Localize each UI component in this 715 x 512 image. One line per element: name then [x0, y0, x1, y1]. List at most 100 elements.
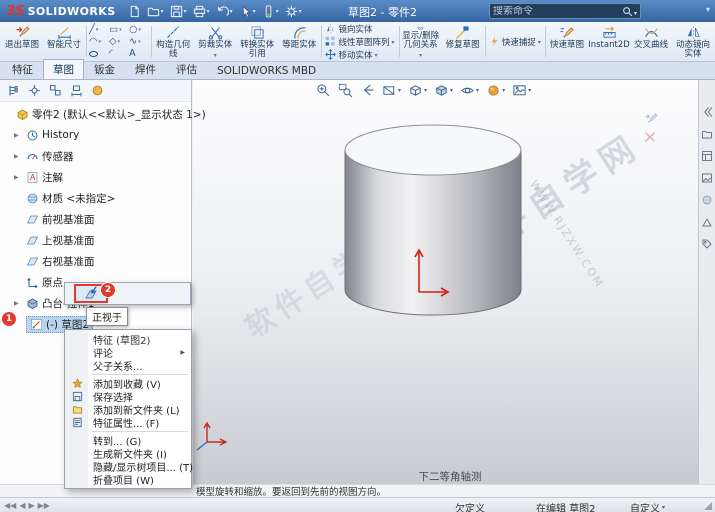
- rapid-sketch-button[interactable]: 快速草图: [546, 23, 588, 60]
- tree-item-annotations[interactable]: ▶ A 注解: [0, 168, 63, 186]
- edit-appearance-button[interactable]: [486, 83, 505, 98]
- quick-snaps-caret-icon[interactable]: [538, 37, 541, 47]
- configuration-manager-tab-icon[interactable]: [49, 84, 62, 97]
- expand-caret-icon[interactable]: ▶: [14, 132, 23, 139]
- normal-to-icon[interactable]: [83, 286, 99, 302]
- cancel-sketch-corner-icon[interactable]: [644, 131, 656, 143]
- design-library-icon[interactable]: [701, 128, 713, 140]
- tree-item-label: 上视基准面: [42, 233, 95, 248]
- zoom-fit-button[interactable]: [316, 83, 331, 98]
- zoom-area-button[interactable]: [338, 83, 353, 98]
- property-manager-tab-icon[interactable]: [28, 84, 41, 97]
- open-document-button[interactable]: [145, 4, 166, 19]
- section-view-button[interactable]: [382, 83, 401, 98]
- search-icon[interactable]: [622, 6, 633, 17]
- command-search[interactable]: [489, 3, 641, 19]
- trim-entities-caret-icon[interactable]: [214, 51, 217, 60]
- tree-item-top-plane[interactable]: 上视基准面: [0, 231, 95, 249]
- convert-entities-button[interactable]: 转换实体引用: [236, 23, 278, 60]
- tree-root-label: 零件2 (默认<<默认>_显示状态 1>): [32, 107, 206, 122]
- rebuild-button[interactable]: [260, 4, 281, 19]
- spline-tool-button[interactable]: ∿: [129, 36, 148, 48]
- dynamic-mirror-button[interactable]: 动态镜向实体: [672, 23, 714, 60]
- nav-prev-button[interactable]: ◀: [19, 501, 25, 510]
- dimxpert-manager-tab-icon[interactable]: [70, 84, 83, 97]
- search-input[interactable]: [493, 6, 622, 17]
- hide-show-items-button[interactable]: [460, 83, 479, 98]
- instant2d-button[interactable]: Instant2D: [588, 23, 630, 60]
- sketch-text-button[interactable]: A: [129, 48, 148, 60]
- arc-tool-button[interactable]: ◠: [89, 36, 108, 48]
- display-delete-relations-button[interactable]: 显示/删除几何关系: [400, 23, 442, 60]
- task-pane-collapse-icon[interactable]: [701, 106, 713, 118]
- rectangle-tool-button[interactable]: ▭: [109, 24, 128, 36]
- appearances-icon[interactable]: [701, 194, 713, 206]
- polygon-tool-button[interactable]: ◇: [109, 36, 128, 48]
- linear-sketch-pattern-button[interactable]: 线性草图阵列: [325, 36, 394, 48]
- feature-manager-tab-icon[interactable]: [7, 84, 20, 97]
- tab-features[interactable]: 特征: [2, 59, 43, 79]
- move-entities-caret-icon[interactable]: [374, 50, 377, 60]
- menu-item-collapse-items[interactable]: 折叠项目 (W): [65, 473, 191, 486]
- titlebar-chevron-icon[interactable]: ▾: [706, 5, 710, 14]
- circle-tool-button[interactable]: ○: [129, 24, 148, 36]
- graphics-area[interactable]: 软件自学网 软件自学网 WWW.RJZXW.COM: [193, 80, 698, 484]
- select-tool-button[interactable]: [237, 4, 258, 19]
- print-button[interactable]: [191, 4, 212, 19]
- mirror-entities-button[interactable]: 镜向实体: [325, 23, 394, 35]
- line-tool-button[interactable]: ╱: [89, 24, 108, 36]
- repair-sketch-button[interactable]: 修复草图: [442, 23, 484, 60]
- nav-last-button[interactable]: ▶▶: [38, 501, 50, 510]
- new-document-button[interactable]: [126, 4, 143, 19]
- exit-sketch-button[interactable]: 退出草图: [1, 23, 43, 60]
- quick-snaps-button[interactable]: 快速捕捉: [489, 36, 541, 48]
- resize-grip[interactable]: [704, 502, 712, 510]
- tree-item-label: 原点: [42, 275, 63, 290]
- ellipse-tool-button[interactable]: [89, 48, 108, 60]
- apply-scene-button[interactable]: [512, 83, 531, 98]
- tree-item-history[interactable]: ▶ History: [0, 126, 79, 144]
- tab-solidworks-mbd[interactable]: SOLIDWORKS MBD: [207, 62, 326, 79]
- undo-button[interactable]: [214, 4, 235, 19]
- tree-item-material[interactable]: 材质 <未指定>: [0, 189, 115, 207]
- previous-view-button[interactable]: [360, 83, 375, 98]
- nav-first-button[interactable]: ◀◀: [4, 501, 16, 510]
- custom-properties-icon[interactable]: [701, 238, 713, 250]
- nav-next-button[interactable]: ▶: [28, 501, 34, 510]
- tab-sheet-metal[interactable]: 钣金: [84, 59, 125, 79]
- menu-item-feature-properties[interactable]: 特征属性... (F): [65, 416, 191, 429]
- construction-geometry-button[interactable]: 构造几何线: [152, 23, 194, 60]
- move-entities-button[interactable]: 移动实体: [325, 49, 394, 61]
- display-style-button[interactable]: [434, 83, 453, 98]
- tree-item-front-plane[interactable]: 前视基准面: [0, 210, 95, 228]
- menu-item-parent-child[interactable]: 父子关系...: [65, 359, 191, 372]
- search-scope-caret-icon[interactable]: [633, 5, 637, 18]
- linear-pattern-caret-icon[interactable]: [391, 37, 394, 47]
- arc-icon: ◠: [89, 37, 97, 47]
- tab-weldments[interactable]: 焊件: [125, 59, 166, 79]
- status-custom-dropdown[interactable]: 自定义: [630, 500, 665, 512]
- file-explorer-icon[interactable]: [701, 150, 713, 162]
- tab-evaluate[interactable]: 评估: [166, 59, 207, 79]
- tree-item-sensors[interactable]: ▶ 传感器: [0, 147, 74, 165]
- boss-extrude-icon: [26, 297, 39, 310]
- view-orientation-button[interactable]: [408, 83, 427, 98]
- expand-caret-icon[interactable]: ▶: [14, 153, 23, 160]
- relations-caret-icon[interactable]: [419, 51, 422, 60]
- intersection-curve-button[interactable]: 交叉曲线: [630, 23, 672, 60]
- scenes-icon[interactable]: [701, 216, 713, 228]
- options-button[interactable]: [283, 4, 304, 19]
- exit-sketch-corner-icon[interactable]: [644, 112, 658, 126]
- trim-entities-button[interactable]: 剪裁实体: [194, 23, 236, 60]
- display-manager-tab-icon[interactable]: [91, 84, 104, 97]
- tree-item-part-root[interactable]: 零件2 (默认<<默认>_显示状态 1>): [0, 105, 206, 123]
- save-button[interactable]: [168, 4, 189, 19]
- tab-sketch[interactable]: 草图: [43, 59, 84, 79]
- view-palette-icon[interactable]: [701, 172, 713, 184]
- offset-entities-button[interactable]: 等距实体: [278, 23, 320, 60]
- expand-caret-icon[interactable]: ▶: [14, 174, 23, 181]
- expand-caret-icon[interactable]: ▶: [14, 300, 23, 307]
- tree-item-origin[interactable]: 原点: [0, 273, 63, 291]
- smart-dimension-button[interactable]: 智能尺寸: [43, 23, 85, 60]
- sketch-fillet-button[interactable]: ◜: [109, 48, 128, 60]
